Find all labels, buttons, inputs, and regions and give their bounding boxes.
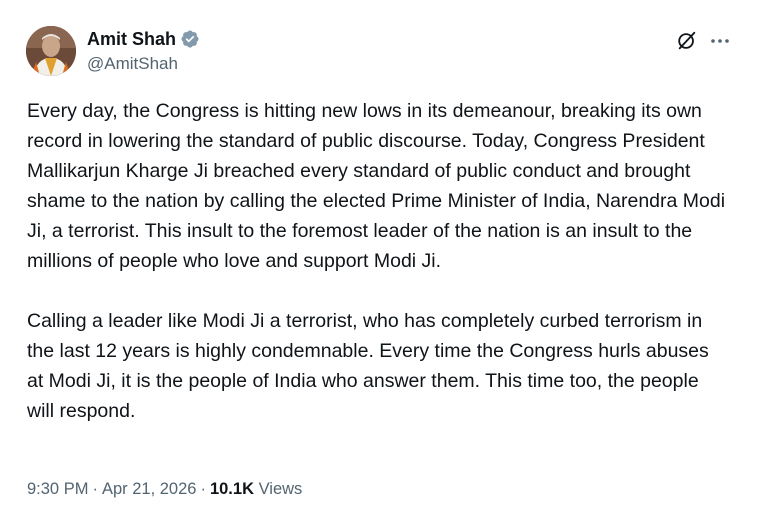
tweet-paragraph-1: Every day, the Congress is hitting new l… (27, 100, 726, 272)
author-info: Amit Shah @AmitShah (87, 28, 200, 75)
tweet-card: Amit Shah @AmitShah Every day, the Congr… (0, 0, 758, 514)
author-handle[interactable]: @AmitShah (87, 53, 200, 75)
meta-separator: · (200, 480, 206, 498)
views-count[interactable]: 10.1K (210, 480, 254, 498)
name-row: Amit Shah (87, 28, 200, 50)
more-horizontal-icon[interactable] (708, 30, 732, 52)
display-name[interactable]: Amit Shah (87, 28, 176, 50)
tweet-text: Every day, the Congress is hitting new l… (27, 96, 727, 426)
views-label: Views (258, 480, 303, 498)
tweet-date: Apr 21, 2026 (101, 480, 197, 498)
tweet-meta: 9:30 PM · Apr 21, 2026 · 10.1K Views (27, 478, 302, 500)
tweet-timestamp-link[interactable]: 9:30 PM · Apr 21, 2026 (27, 480, 196, 498)
verified-badge-icon (180, 29, 200, 49)
tweet-time: 9:30 PM (27, 480, 89, 498)
meta-separator: · (92, 480, 98, 498)
tweet-paragraph-2: Calling a leader like Modi Ji a terroris… (27, 310, 709, 422)
avatar[interactable] (26, 26, 76, 76)
grok-icon[interactable] (676, 30, 698, 52)
